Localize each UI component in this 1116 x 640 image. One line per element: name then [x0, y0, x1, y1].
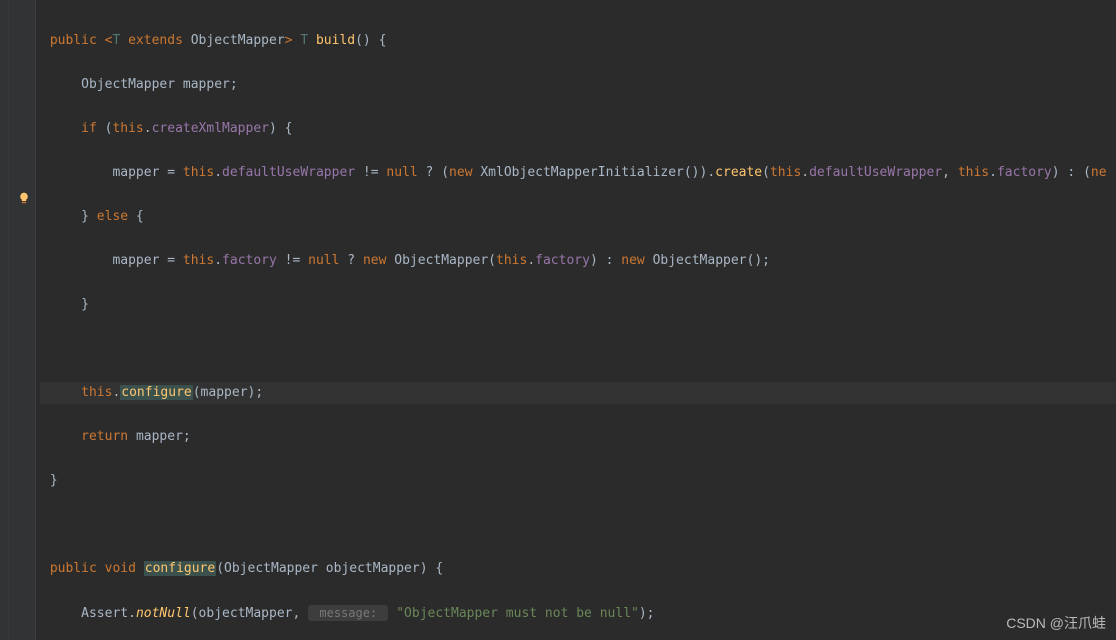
code-content[interactable]: public <T extends ObjectMapper> T build(…	[36, 0, 1116, 640]
code-line: }	[40, 470, 1116, 492]
code-line: mapper = this.factory != null ? new Obje…	[40, 250, 1116, 272]
code-line: Assert.notNull(objectMapper, message: "O…	[40, 602, 1116, 624]
code-line: public <T extends ObjectMapper> T build(…	[40, 30, 1116, 52]
code-line: } else {	[40, 206, 1116, 228]
code-line: if (this.createXmlMapper) {	[40, 118, 1116, 140]
gutter	[0, 0, 36, 640]
code-line: return mapper;	[40, 426, 1116, 448]
code-line: public void configure(ObjectMapper objec…	[40, 558, 1116, 580]
watermark: CSDN @汪爪蛙	[1006, 612, 1106, 634]
code-line-highlighted: this.configure(mapper);	[40, 382, 1116, 404]
intention-bulb-icon[interactable]	[18, 192, 30, 204]
code-line: mapper = this.defaultUseWrapper != null …	[40, 162, 1116, 184]
code-line	[40, 514, 1116, 536]
code-line: }	[40, 294, 1116, 316]
code-line: ObjectMapper mapper;	[40, 74, 1116, 96]
code-editor[interactable]: public <T extends ObjectMapper> T build(…	[0, 0, 1116, 640]
code-line	[40, 338, 1116, 360]
